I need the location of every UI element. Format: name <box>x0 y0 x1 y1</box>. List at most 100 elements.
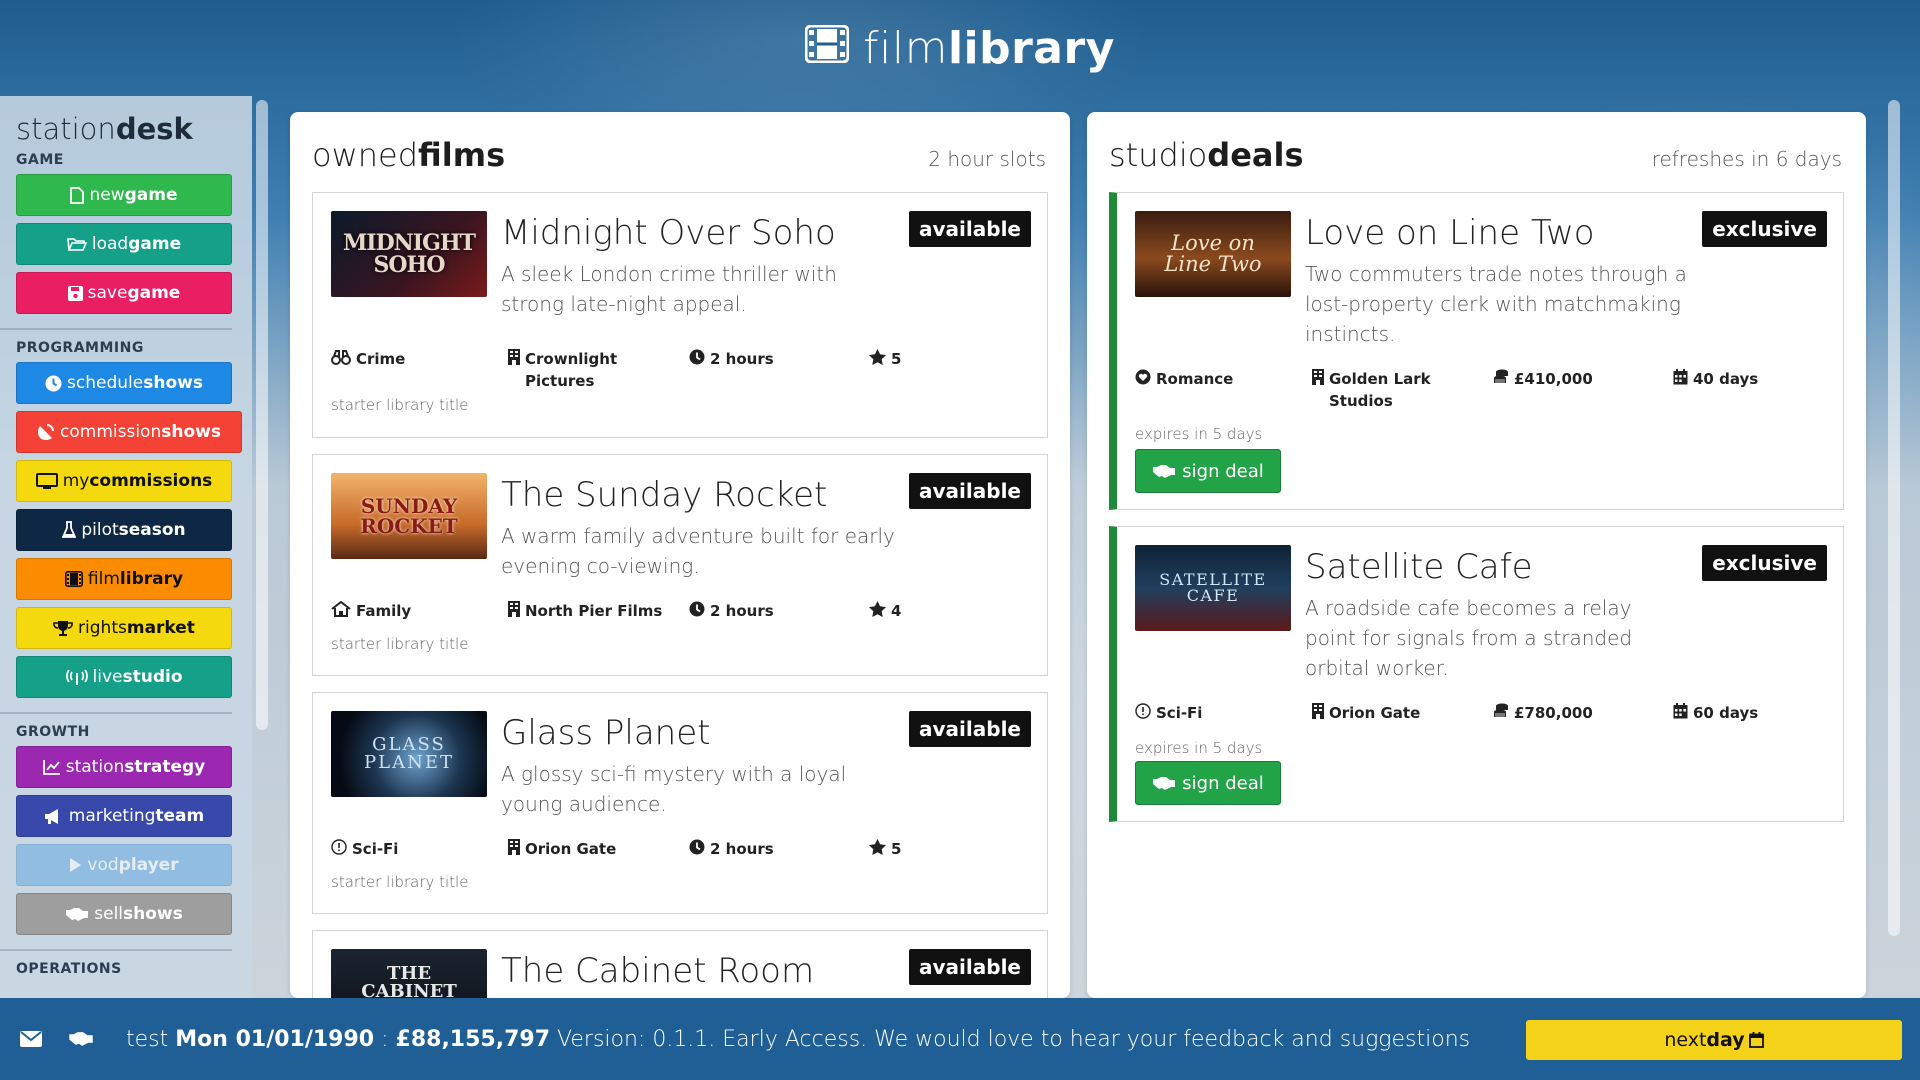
sign-deal-button[interactable]: sign deal <box>1135 761 1281 805</box>
clock-icon <box>689 349 705 365</box>
film-library-button[interactable]: film library <box>16 558 232 600</box>
film-description: A sleek London crime thriller with stron… <box>501 262 837 316</box>
rating-label: 5 <box>891 350 902 368</box>
rating-item: 5 <box>869 348 969 392</box>
film-card[interactable]: GLASS PLANET Glass Planet A glossy sci-f… <box>312 692 1048 914</box>
info-circle-icon <box>331 839 347 855</box>
deal-card[interactable]: Love on Line Two Love on Line Two Two co… <box>1109 192 1844 510</box>
thumbnail-text: THE CABINET ROOM <box>361 963 457 999</box>
save-game-label-bold: game <box>127 283 181 303</box>
owned-title-bold: films <box>418 136 506 174</box>
commission-shows-button[interactable]: commission shows <box>16 411 242 453</box>
film-card[interactable]: THE CABINET ROOM The Cabinet Room availa… <box>312 930 1048 998</box>
owned-films-meta: 2 hour slots <box>928 147 1046 171</box>
file-icon <box>70 186 85 204</box>
duration-item: 2 hours <box>689 600 869 622</box>
schedule-shows-button[interactable]: schedule shows <box>16 362 232 404</box>
rating-item: 5 <box>869 838 969 860</box>
deal-meta-row: Sci-Fi Orion Gate £780,000 60 days <box>1135 702 1825 724</box>
sell-shows-label-bold: shows <box>123 904 183 924</box>
studio-label: Golden Lark Studios <box>1329 370 1431 410</box>
status-badge: available <box>909 949 1031 985</box>
deal-card[interactable]: SATELLITE CAFE Satellite Cafe A roadside… <box>1109 526 1844 822</box>
owned-films-title: ownedfilms <box>312 136 505 174</box>
film-meta-row: Crime Crownlight Pictures 2 hours 5 <box>331 348 1029 392</box>
film-title: The Sunday Rocket <box>501 475 828 515</box>
film-library-label-bold: library <box>119 569 184 589</box>
price-label: £780,000 <box>1514 704 1593 722</box>
vod-player-button[interactable]: vod player <box>16 844 232 886</box>
term-label: 60 days <box>1693 704 1759 722</box>
duration-item: 2 hours <box>689 348 869 392</box>
deals-title-bold: deals <box>1207 136 1304 174</box>
film-thumbnail: THE CABINET ROOM <box>331 949 487 998</box>
expires-label: expires in 5 days <box>1135 425 1263 443</box>
pilot-season-button[interactable]: pilot season <box>16 509 232 551</box>
clock-icon <box>689 839 705 855</box>
sign-deal-button[interactable]: sign deal <box>1135 449 1281 493</box>
sidebar-scrollbar[interactable] <box>256 100 268 730</box>
balance: £88,155,797 <box>395 1026 551 1052</box>
live-studio-button[interactable]: live studio <box>16 656 232 698</box>
star-icon <box>869 601 886 617</box>
rating-item: 4 <box>869 600 969 622</box>
broadcast-icon <box>65 668 88 686</box>
calendar-icon <box>1673 703 1688 719</box>
house-icon <box>331 601 351 617</box>
schedule-shows-label-light: schedule <box>67 373 144 393</box>
load-game-button[interactable]: load game <box>16 223 232 265</box>
thumbnail-text: SATELLITE CAFE <box>1159 570 1267 605</box>
next-day-button[interactable]: next day <box>1526 1020 1902 1060</box>
film-icon <box>64 571 83 587</box>
studio-item: Golden Lark Studios <box>1312 368 1493 412</box>
genre-item: Sci-Fi <box>331 838 508 860</box>
heart-circle-icon <box>1135 369 1151 385</box>
main-scrollbar[interactable] <box>1888 100 1900 936</box>
owned-films-panel: ownedfilms 2 hour slots MIDNIGHT SOHO Mi… <box>290 112 1070 998</box>
sign-deal-label: sign deal <box>1182 460 1264 482</box>
genre-label: Sci-Fi <box>1156 704 1203 722</box>
term-label: 40 days <box>1693 370 1759 388</box>
film-card[interactable]: MIDNIGHT SOHO Midnight Over Soho A sleek… <box>312 192 1048 438</box>
my-commissions-button[interactable]: my commissions <box>16 460 232 502</box>
vod-player-label-bold: player <box>118 855 179 875</box>
next-day-label-bold: day <box>1706 1029 1745 1051</box>
coins-icon <box>1493 369 1509 385</box>
calendar-icon <box>1673 369 1688 385</box>
live-studio-label-light: live <box>92 667 123 687</box>
mail-icon[interactable] <box>20 1031 42 1047</box>
deal-thumbnail: SATELLITE CAFE <box>1135 545 1291 631</box>
new-game-button[interactable]: new game <box>16 174 232 216</box>
station-strategy-button[interactable]: station strategy <box>16 746 232 788</box>
studio-label: Crownlight Pictures <box>525 350 618 390</box>
film-library-label-light: film <box>87 569 120 589</box>
studio-deals-meta: refreshes in 6 days <box>1651 147 1842 171</box>
film-card[interactable]: SUNDAY ROCKET The Sunday Rocket A warm f… <box>312 454 1048 676</box>
deal-meta-row: Romance Golden Lark Studios £410,000 40 … <box>1135 368 1825 412</box>
pilot-season-label-light: pilot <box>81 520 119 540</box>
marketing-team-button[interactable]: marketing team <box>16 795 232 837</box>
thumbnail-text: SUNDAY ROCKET <box>360 494 458 538</box>
film-title: The Cabinet Room <box>501 951 815 991</box>
play-icon <box>69 857 82 873</box>
pilot-season-label-bold: season <box>118 520 186 540</box>
rights-market-button[interactable]: rights market <box>16 607 232 649</box>
new-game-label-light: new <box>89 185 125 205</box>
rating-label: 4 <box>891 602 902 620</box>
expires-label: expires in 5 days <box>1135 739 1263 757</box>
handshake-icon <box>65 907 89 922</box>
film-description: A warm family adventure built for early … <box>501 524 895 578</box>
status-separator: : <box>381 1026 389 1052</box>
save-game-button[interactable]: save game <box>16 272 232 314</box>
status-badge: available <box>909 211 1031 247</box>
sell-shows-button[interactable]: sell shows <box>16 893 232 935</box>
duration-item: 2 hours <box>689 838 869 860</box>
deal-description: Two commuters trade notes through a lost… <box>1305 262 1687 346</box>
load-game-label-bold: game <box>128 234 182 254</box>
status-bar: test Mon 01/01/1990 : £88,155,797 Versio… <box>0 998 1920 1080</box>
my-commissions-label-bold: commissions <box>89 471 213 491</box>
handshake-icon[interactable] <box>68 1031 94 1047</box>
sidebar-title-light: station <box>16 112 116 146</box>
studio-deals-title: studiodeals <box>1109 136 1304 174</box>
genre-item: Sci-Fi <box>1135 702 1312 724</box>
